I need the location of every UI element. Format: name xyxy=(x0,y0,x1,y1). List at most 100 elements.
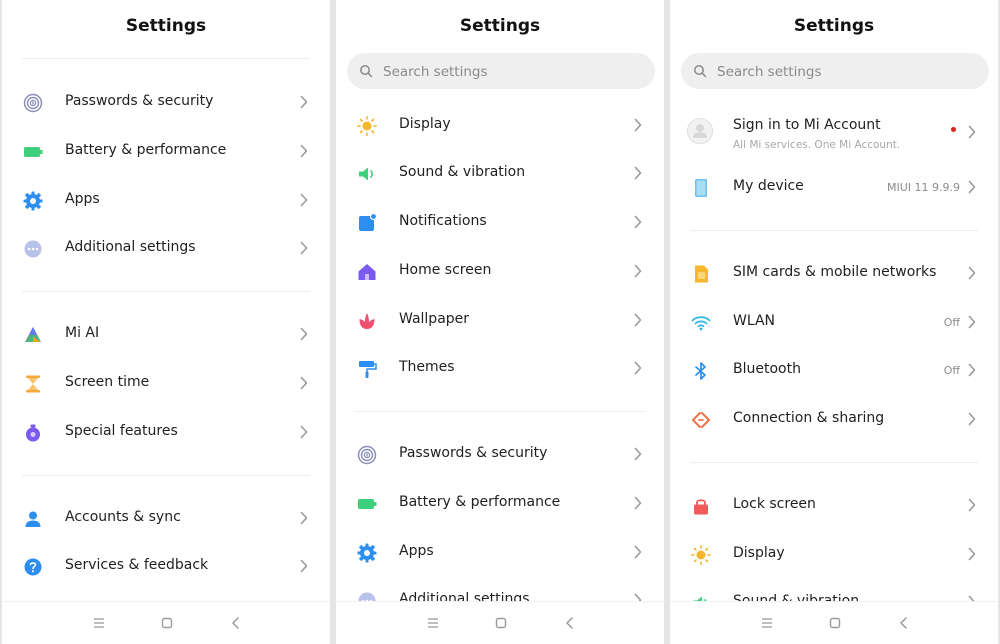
chevron-right-icon xyxy=(634,545,642,559)
row-label: Apps xyxy=(399,543,434,559)
row-label: Home screen xyxy=(399,262,492,278)
speaker-icon xyxy=(356,163,378,185)
paint-roller-icon xyxy=(356,358,378,380)
row-label: Accounts & sync xyxy=(65,509,181,525)
row-my-device[interactable]: My device MIUI 11 9.9.9 xyxy=(670,165,998,211)
fingerprint-icon xyxy=(356,444,378,466)
divider xyxy=(22,475,310,476)
row-label: Special features xyxy=(65,423,178,439)
row-display[interactable]: Display xyxy=(670,532,998,578)
row-services-feedback[interactable]: Services & feedback xyxy=(2,544,330,590)
row-wlan[interactable]: WLAN Off xyxy=(670,300,998,346)
more-dots-icon xyxy=(22,238,44,260)
settings-screen-1: Settings Passwords & security Battery & … xyxy=(2,0,330,644)
row-themes[interactable]: Themes xyxy=(336,346,664,392)
chevron-right-icon xyxy=(634,118,642,132)
row-sound-vibration[interactable]: Sound & vibration xyxy=(336,151,664,197)
row-label: Battery & performance xyxy=(65,142,227,158)
chevron-right-icon xyxy=(634,166,642,180)
row-label: SIM cards & mobile networks xyxy=(733,264,937,280)
row-label: Themes xyxy=(399,359,455,375)
settings-screen-3: Settings Sign in to Mi Account All Mi se… xyxy=(670,0,998,644)
avatar-icon xyxy=(687,118,713,144)
sun-icon xyxy=(690,544,712,566)
search-input[interactable] xyxy=(381,53,645,91)
phone-icon xyxy=(690,177,712,199)
row-accounts-sync[interactable]: Accounts & sync xyxy=(2,496,330,542)
divider xyxy=(22,291,310,292)
row-sound-vibration[interactable]: Sound & vibration xyxy=(670,580,998,602)
notification-dot xyxy=(951,127,956,132)
row-lock-screen[interactable]: Lock screen xyxy=(670,483,998,529)
row-additional-settings[interactable]: Additional settings xyxy=(336,578,664,602)
settings-screen-2: Settings Display Sound & vibration Notif… xyxy=(336,0,664,644)
home-button-icon[interactable] xyxy=(827,615,843,631)
row-connection-sharing[interactable]: Connection & sharing xyxy=(670,397,998,443)
menu-icon[interactable] xyxy=(425,615,441,631)
row-value: Off xyxy=(943,364,960,377)
row-label: Display xyxy=(733,545,785,561)
search-input[interactable] xyxy=(715,53,979,91)
row-display[interactable]: Display xyxy=(336,103,664,149)
row-label: Passwords & security xyxy=(65,93,214,109)
chevron-right-icon xyxy=(300,425,308,439)
row-battery-performance[interactable]: Battery & performance xyxy=(2,129,330,175)
row-label: Wallpaper xyxy=(399,311,470,327)
home-button-icon[interactable] xyxy=(493,615,509,631)
divider xyxy=(690,462,978,463)
row-screen-time[interactable]: Screen time xyxy=(2,361,330,407)
chevron-right-icon xyxy=(634,215,642,229)
row-label: Screen time xyxy=(65,374,150,390)
chevron-right-icon xyxy=(634,361,642,375)
row-label: Notifications xyxy=(399,213,487,229)
row-home-screen[interactable]: Home screen xyxy=(336,249,664,295)
row-label: Display xyxy=(399,116,451,132)
divider xyxy=(690,230,978,231)
row-notifications[interactable]: Notifications xyxy=(336,200,664,246)
menu-icon[interactable] xyxy=(759,615,775,631)
back-icon[interactable] xyxy=(228,615,244,631)
row-sim-cards[interactable]: SIM cards & mobile networks xyxy=(670,251,998,297)
home-button-icon[interactable] xyxy=(159,615,175,631)
notification-icon xyxy=(356,212,378,234)
row-passwords-security[interactable]: Passwords & security xyxy=(336,432,664,478)
wifi-icon xyxy=(690,312,712,334)
row-label: Battery & performance xyxy=(399,494,561,510)
chevron-right-icon xyxy=(300,376,308,390)
row-bluetooth[interactable]: Bluetooth Off xyxy=(670,348,998,394)
row-label: My device xyxy=(733,178,804,194)
flower-icon xyxy=(356,310,378,332)
chevron-right-icon xyxy=(300,327,308,341)
row-wallpaper[interactable]: Wallpaper xyxy=(336,298,664,344)
row-mi-account[interactable]: Sign in to Mi Account All Mi services. O… xyxy=(670,106,998,156)
row-battery-performance[interactable]: Battery & performance xyxy=(336,481,664,527)
chevron-right-icon xyxy=(968,315,976,329)
mi-ai-icon xyxy=(22,324,44,346)
back-icon[interactable] xyxy=(896,615,912,631)
chevron-right-icon xyxy=(300,95,308,109)
menu-icon[interactable] xyxy=(91,615,107,631)
search-bar[interactable] xyxy=(347,53,655,91)
search-bar[interactable] xyxy=(681,53,989,91)
hourglass-icon xyxy=(22,373,44,395)
row-additional-settings[interactable]: Additional settings xyxy=(2,226,330,272)
page-title: Settings xyxy=(793,16,875,36)
chevron-right-icon xyxy=(300,241,308,255)
chevron-right-icon xyxy=(300,511,308,525)
row-label: Mi AI xyxy=(65,325,100,341)
row-apps[interactable]: Apps xyxy=(2,178,330,224)
row-label: WLAN xyxy=(733,313,776,329)
back-icon[interactable] xyxy=(562,615,578,631)
row-label: Sign in to Mi Account xyxy=(733,117,881,133)
row-mi-ai[interactable]: Mi AI xyxy=(2,312,330,358)
divider xyxy=(22,58,310,59)
battery-icon xyxy=(356,493,378,515)
row-special-features[interactable]: Special features xyxy=(2,410,330,456)
fingerprint-icon xyxy=(22,92,44,114)
chevron-right-icon xyxy=(634,447,642,461)
home-icon xyxy=(356,261,378,283)
page-title: Settings xyxy=(125,16,207,36)
row-passwords-security[interactable]: Passwords & security xyxy=(2,80,330,126)
row-apps[interactable]: Apps xyxy=(336,530,664,576)
chevron-right-icon xyxy=(300,559,308,573)
